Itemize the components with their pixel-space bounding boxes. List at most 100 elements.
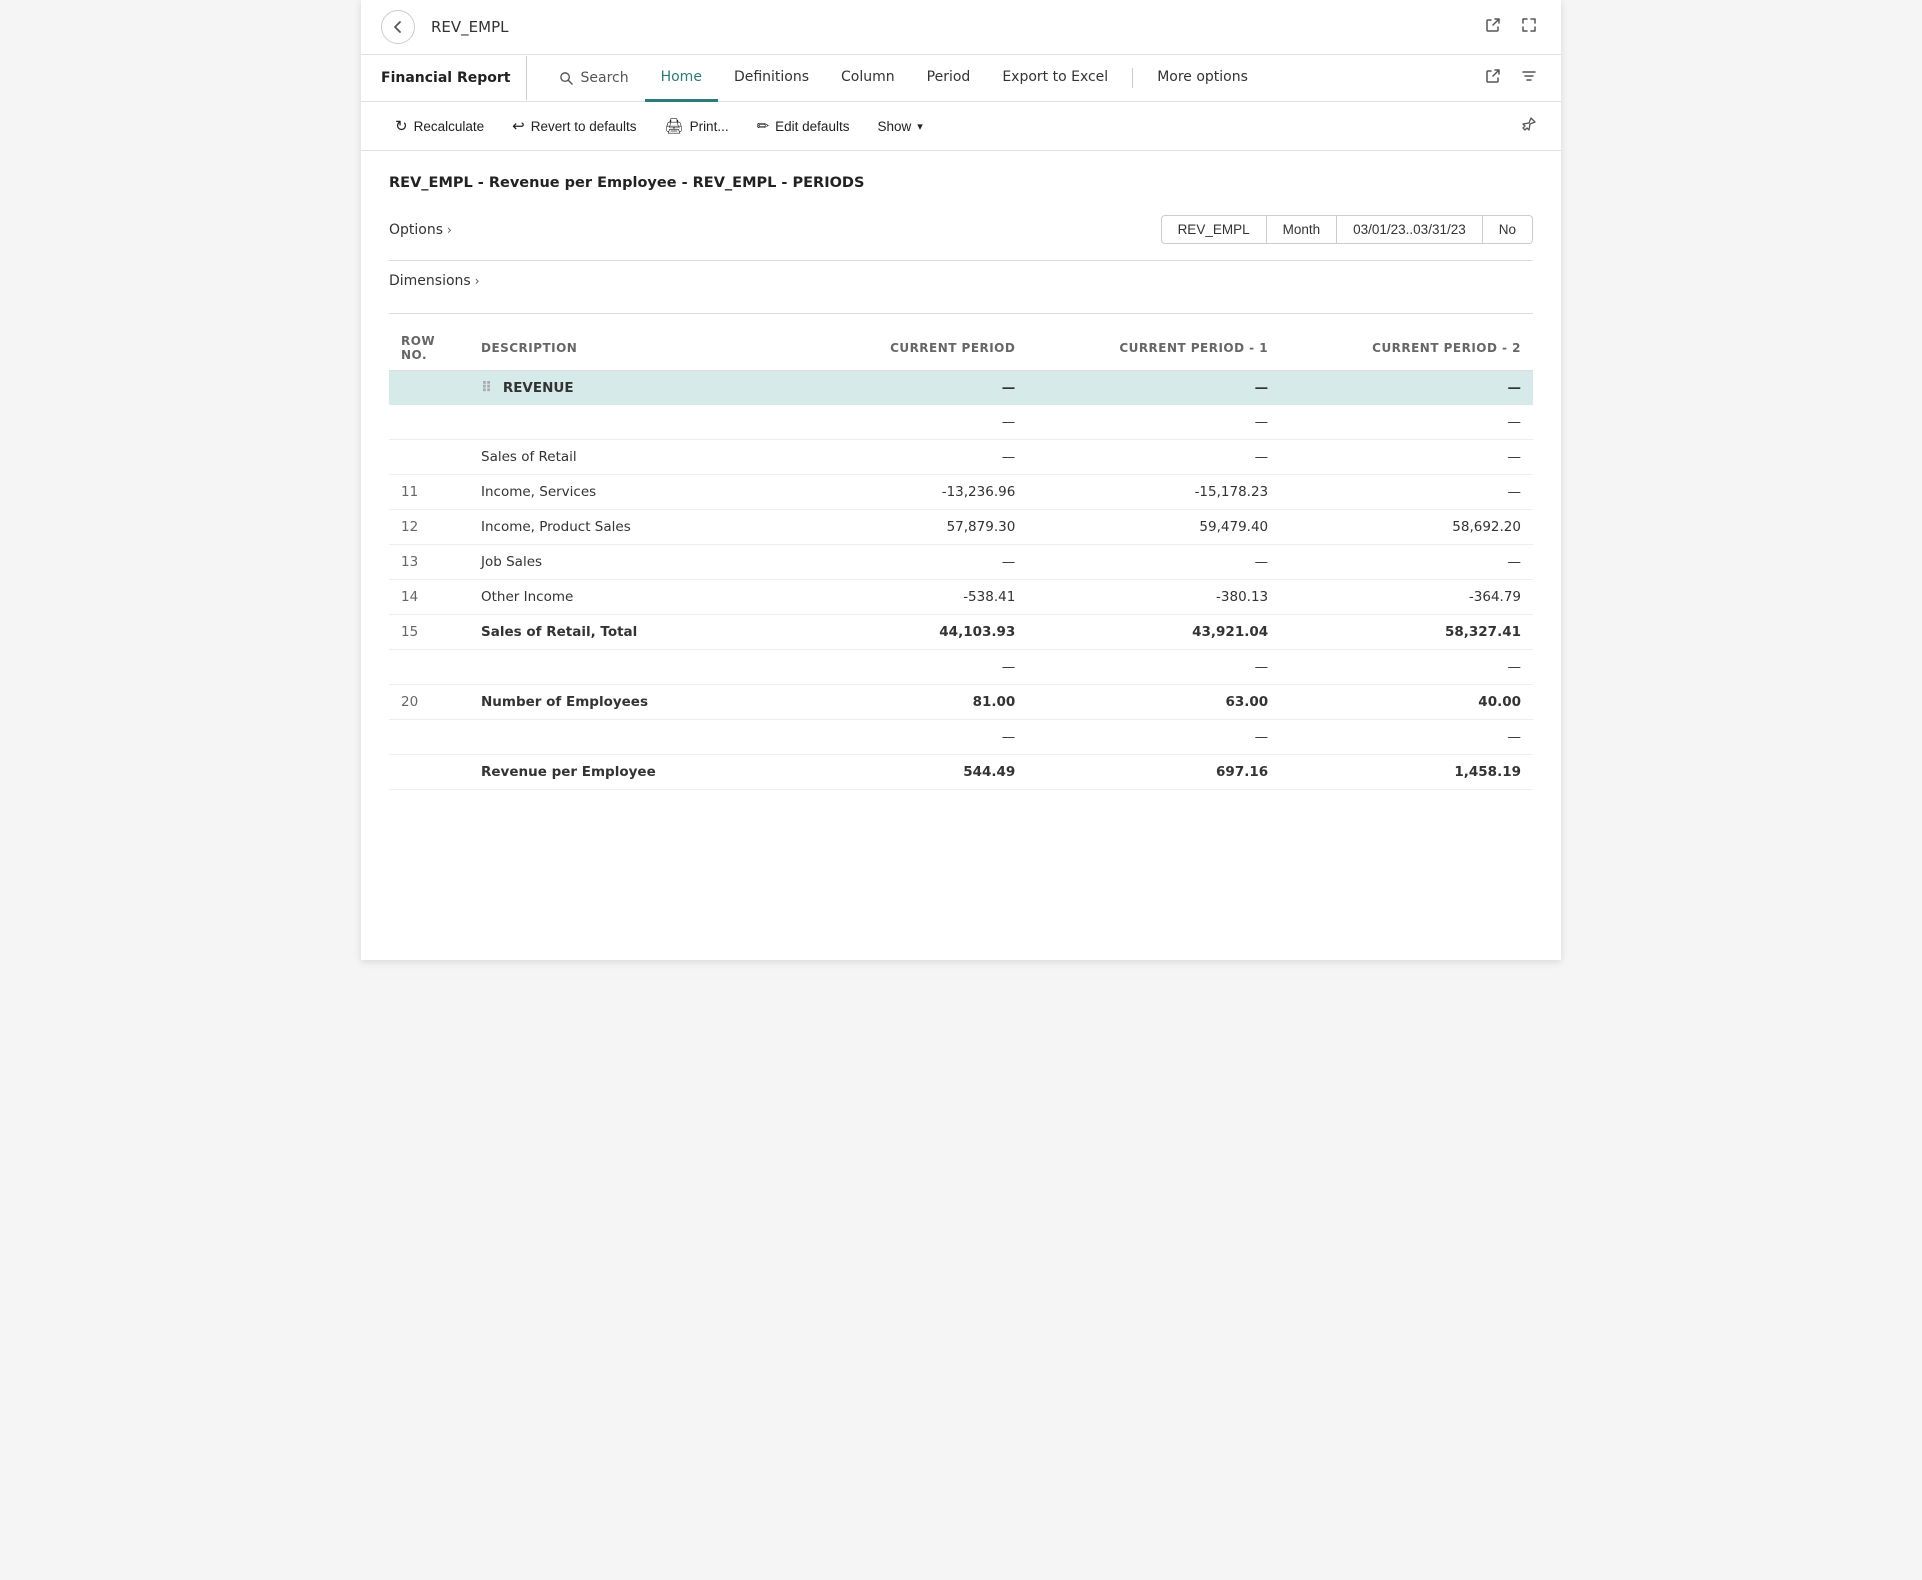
options-label[interactable]: Options › [389,222,509,238]
cell-col2: — [1027,405,1280,440]
cell-col1: — [809,405,1027,440]
nav-more-options[interactable]: More options [1141,55,1264,102]
print-button[interactable]: 🖨 Print... [651,110,743,142]
cell-col3: 58,692.20 [1280,510,1533,545]
option-pill-date[interactable]: 03/01/23..03/31/23 [1337,215,1483,244]
cell-row-no [389,650,469,685]
col-header-current-period: CURRENT PERIOD [809,326,1027,371]
table-row: 13Job Sales——— [389,545,1533,580]
cell-col2: 697.16 [1027,755,1280,790]
cell-col1: 44,103.93 [809,615,1027,650]
chevron-down-icon: ▾ [917,120,923,133]
nav-column[interactable]: Column [825,55,911,102]
options-section: Options › REV_EMPL Month 03/01/23..03/31… [389,215,1533,244]
cell-row-no: 14 [389,580,469,615]
cell-description [469,720,809,755]
window-title: REV_EMPL [431,18,508,36]
nav-divider [1132,68,1133,88]
title-bar-right [1481,13,1541,42]
drag-icon[interactable]: ⠿ [481,380,497,396]
cell-col3: 58,327.41 [1280,615,1533,650]
cell-col2: -380.13 [1027,580,1280,615]
cell-row-no: 12 [389,510,469,545]
search-nav-item[interactable]: Search [543,56,644,100]
cell-col3: 1,458.19 [1280,755,1533,790]
nav-definitions[interactable]: Definitions [718,55,825,102]
table-row: ——— [389,650,1533,685]
cell-description [469,405,809,440]
option-pill-revempl[interactable]: REV_EMPL [1161,215,1267,244]
title-bar: REV_EMPL [361,0,1561,55]
title-bar-left: REV_EMPL [381,10,508,44]
nav-period[interactable]: Period [911,55,987,102]
external-link-icon[interactable] [1481,13,1505,42]
content-area: REV_EMPL - Revenue per Employee - REV_EM… [361,151,1561,814]
table-row: 15Sales of Retail, Total44,103.9343,921.… [389,615,1533,650]
cell-description: Sales of Retail [469,440,809,475]
cell-col1: — [809,720,1027,755]
filter-icon[interactable] [1517,64,1541,93]
cell-col1: -538.41 [809,580,1027,615]
recalculate-icon: ↻ [395,117,408,135]
cell-row-no [389,755,469,790]
table-row: 12Income, Product Sales57,879.3059,479.4… [389,510,1533,545]
cell-col2: 43,921.04 [1027,615,1280,650]
share-icon[interactable] [1481,64,1505,93]
dimensions-label[interactable]: Dimensions › [389,273,1533,289]
back-button[interactable] [381,10,415,44]
cell-row-no [389,371,469,406]
nav-right [1481,64,1541,93]
search-label: Search [580,70,628,86]
col-header-description: Description [469,326,809,371]
cell-row-no: 13 [389,545,469,580]
cell-col3: — [1280,440,1533,475]
table-row: 20Number of Employees81.0063.0040.00 [389,685,1533,720]
cell-col3: -364.79 [1280,580,1533,615]
table-row: 14Other Income-538.41-380.13-364.79 [389,580,1533,615]
options-pills: REV_EMPL Month 03/01/23..03/31/23 No [1161,215,1533,244]
cell-col2: — [1027,720,1280,755]
cell-description: Sales of Retail, Total [469,615,809,650]
dimensions-chevron-icon: › [475,274,480,288]
main-window: REV_EMPL Financial Report Search [361,0,1561,960]
cell-col1: — [809,650,1027,685]
cell-col1: — [809,440,1027,475]
cell-col3: — [1280,720,1533,755]
table-row: Sales of Retail——— [389,440,1533,475]
print-icon: 🖨 [665,117,684,135]
cell-col1: 57,879.30 [809,510,1027,545]
report-title: REV_EMPL - Revenue per Employee - REV_EM… [389,175,1533,191]
dimensions-divider [389,313,1533,314]
toolbar: ↻ Recalculate ↩ Revert to defaults 🖨 Pri… [361,102,1561,151]
options-chevron-icon: › [447,223,452,237]
expand-icon[interactable] [1517,13,1541,42]
cell-col3: 40.00 [1280,685,1533,720]
table-header-row: Row No. Description CURRENT PERIOD CURRE… [389,326,1533,371]
edit-defaults-button[interactable]: ✏ Edit defaults [743,110,864,142]
cell-col1: -13,236.96 [809,475,1027,510]
option-pill-month[interactable]: Month [1267,215,1338,244]
cell-col3: — [1280,545,1533,580]
cell-col2: -15,178.23 [1027,475,1280,510]
cell-col3: — [1280,371,1533,406]
nav-home[interactable]: Home [645,55,718,102]
cell-col2: — [1027,545,1280,580]
cell-description: Other Income [469,580,809,615]
cell-col1: — [809,545,1027,580]
cell-col3: — [1280,475,1533,510]
table-row: ——— [389,720,1533,755]
cell-row-no: 20 [389,685,469,720]
show-button[interactable]: Show ▾ [863,112,936,141]
recalculate-button[interactable]: ↻ Recalculate [381,110,498,142]
dimensions-section: Dimensions › [389,273,1533,289]
revert-button[interactable]: ↩ Revert to defaults [498,110,650,142]
cell-col1: 544.49 [809,755,1027,790]
option-pill-no[interactable]: No [1483,215,1533,244]
cell-row-no: 11 [389,475,469,510]
cell-description: Number of Employees [469,685,809,720]
nav-export[interactable]: Export to Excel [986,55,1124,102]
cell-col2: — [1027,371,1280,406]
table-row: 11Income, Services-13,236.96-15,178.23— [389,475,1533,510]
pin-icon[interactable] [1517,112,1541,141]
col-header-rowno: Row No. [389,326,469,371]
